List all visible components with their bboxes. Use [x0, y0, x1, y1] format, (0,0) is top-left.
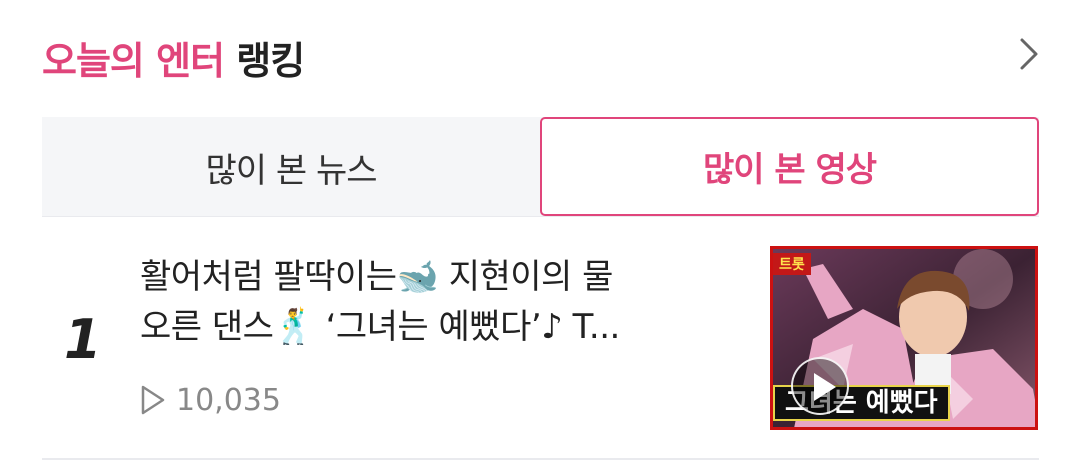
thumbnail-tag: 트롯 [773, 253, 811, 275]
list-item[interactable]: 1 활어처럼 팔딱이는🐋 지현이의 물 오른 댄스🕺 ‘그녀는 예뻤다’♪ T.… [42, 230, 1039, 460]
section-title-accent: 오늘의 엔터 [42, 39, 225, 83]
video-title-line-2: 오른 댄스🕺 ‘그녀는 예뻤다’♪ T... [140, 307, 620, 347]
view-count-value: 10,035 [176, 382, 281, 418]
chevron-right-icon[interactable] [1012, 34, 1046, 74]
play-icon[interactable] [791, 357, 849, 415]
ranking-tabs: 많이 본 뉴스 많이 본 영상 [42, 117, 1039, 217]
video-title-line-1: 활어처럼 팔딱이는🐋 지현이의 물 [140, 257, 613, 297]
rank-number: 1 [64, 308, 102, 371]
tab-most-viewed-news[interactable]: 많이 본 뉴스 [42, 117, 540, 217]
ranking-header: 오늘의 엔터 랭킹 [42, 26, 1042, 86]
tab-most-viewed-video[interactable]: 많이 본 영상 [540, 117, 1039, 216]
play-outline-icon [141, 385, 165, 415]
section-title-rest: 랭킹 [236, 39, 305, 83]
view-count: 10,035 [140, 378, 281, 422]
video-thumbnail[interactable]: 트롯 그녀는 예뻤다 [770, 246, 1038, 430]
section-title: 오늘의 엔터 랭킹 [42, 30, 305, 85]
video-title[interactable]: 활어처럼 팔딱이는🐋 지현이의 물 오른 댄스🕺 ‘그녀는 예뻤다’♪ T... [140, 252, 710, 352]
